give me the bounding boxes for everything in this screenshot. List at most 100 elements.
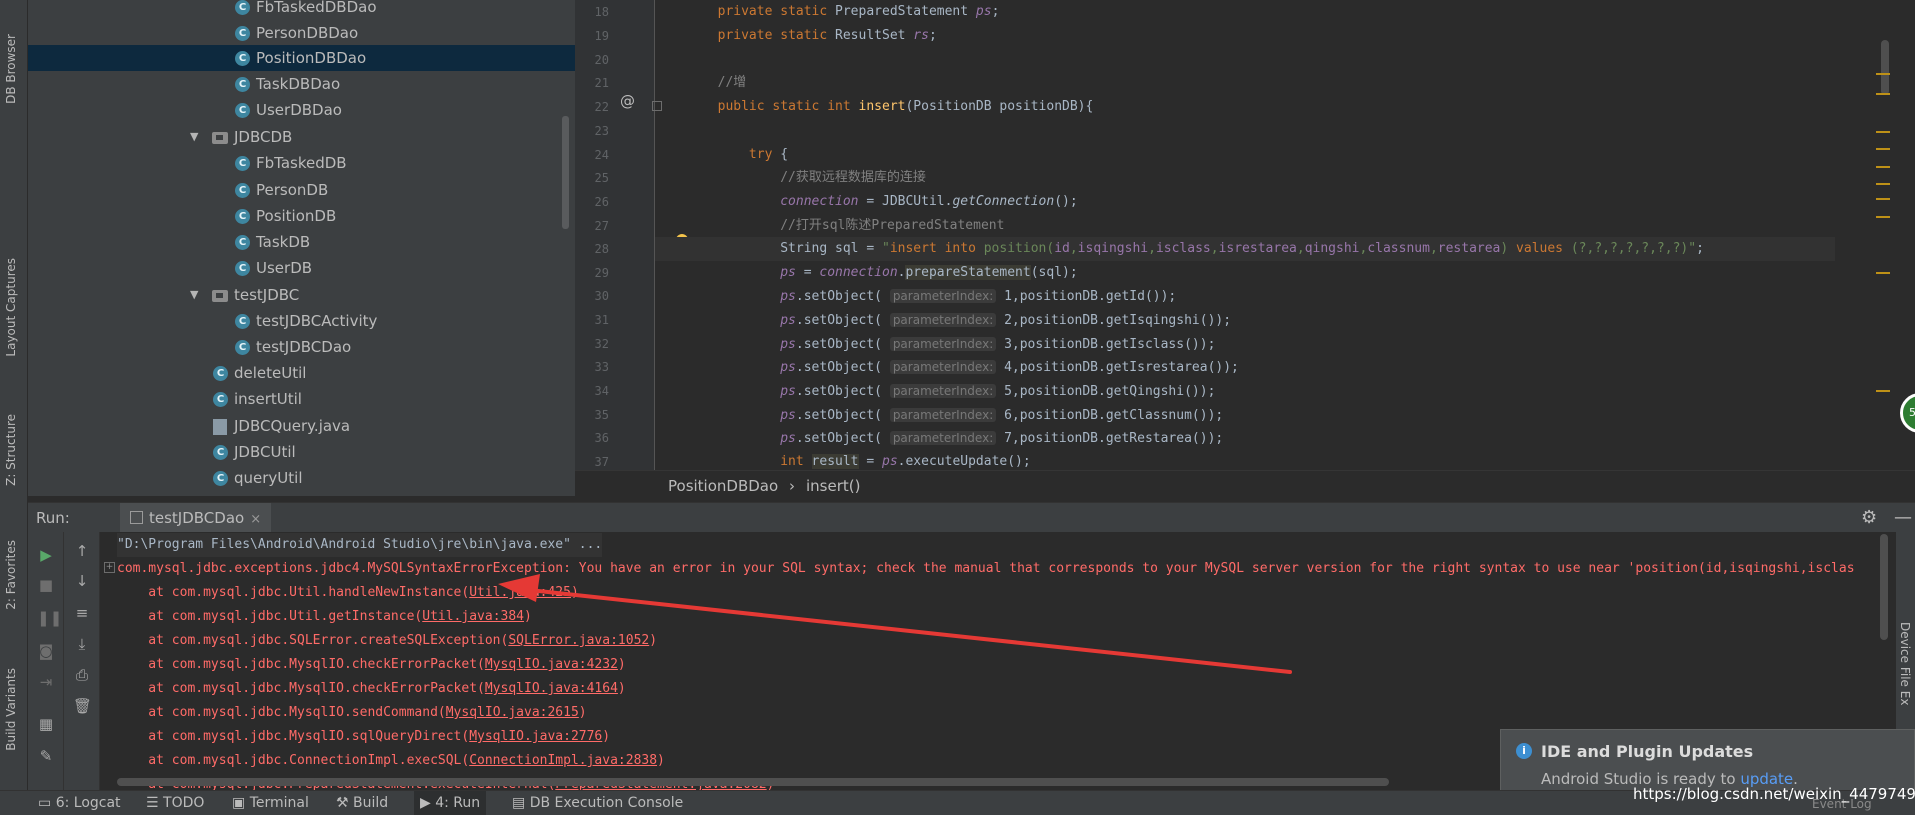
tree-item-fbtaskeddb[interactable]: C FbTaskedDB — [28, 150, 575, 176]
warning-marker[interactable] — [1876, 272, 1890, 274]
expand-arrow-icon[interactable]: ▼ — [190, 282, 202, 308]
line-number: 26 — [594, 195, 609, 209]
scroll-to-end-icon[interactable]: ⤓ — [73, 635, 91, 653]
stop-icon[interactable]: ■ — [37, 576, 55, 594]
tree-item-deleteutil[interactable]: C deleteUtil — [28, 360, 575, 386]
expand-stacktrace-icon[interactable]: + — [104, 562, 115, 573]
console-vertical-scrollbar[interactable] — [1880, 534, 1888, 640]
class-icon: C — [235, 0, 250, 15]
up-arrow-icon[interactable]: ↑ — [73, 542, 91, 560]
run-panel-title: Run: — [36, 509, 70, 527]
camera-icon[interactable]: ◙ — [37, 642, 55, 660]
stack-link[interactable]: SQLError.java:1052 — [508, 633, 649, 648]
tab-todo[interactable]: ☰ TODO — [146, 795, 204, 811]
code-line-35: ps.setObject( parameterIndex: 6,position… — [780, 408, 1224, 423]
tab-layout-captures[interactable]: Layout Captures — [4, 258, 24, 357]
console-horizontal-scrollbar[interactable] — [117, 778, 1389, 786]
tree-item-fbtaskeddbdao[interactable]: C FbTaskedDBDao — [28, 0, 575, 20]
line-number: 28 — [594, 242, 609, 256]
stack-link[interactable]: Util.java:384 — [422, 609, 524, 624]
class-icon: C — [235, 183, 250, 198]
warning-marker[interactable] — [1876, 166, 1890, 168]
line-number: 20 — [594, 53, 609, 67]
class-icon: C — [213, 392, 228, 407]
tree-item-testjdbcactivity[interactable]: C testJDBCActivity — [28, 308, 575, 334]
warning-marker[interactable] — [1876, 73, 1890, 75]
package-icon — [212, 132, 228, 144]
stack-link[interactable]: MysqlIO.java:4164 — [485, 681, 618, 696]
tab-run[interactable]: ▶ 4: Run — [414, 791, 487, 815]
line-number: 23 — [594, 124, 609, 138]
tree-item-jdbcdb[interactable]: ▼ JDBCDB — [28, 124, 575, 150]
code-line-18: private static PreparedStatement ps; — [717, 4, 1000, 19]
tree-item-positiondbdao[interactable]: C PositionDBDao — [28, 45, 575, 71]
warning-marker[interactable] — [1876, 131, 1890, 133]
tree-item-jdbcquery-java[interactable]: JDBCQuery.java — [28, 413, 575, 439]
tree-item-userdbdao[interactable]: C UserDBDao — [28, 97, 575, 123]
stack-link[interactable]: MysqlIO.java:2776 — [469, 729, 602, 744]
tab-terminal[interactable]: ▣ Terminal — [232, 795, 309, 811]
trash-icon[interactable]: 🗑 — [73, 697, 92, 715]
breadcrumb: PositionDBDao › insert() — [575, 470, 1915, 498]
tree-item-positiondb[interactable]: C PositionDB — [28, 203, 575, 229]
tree-item-taskdb[interactable]: C TaskDB — [28, 229, 575, 255]
pin-icon[interactable]: ✎ — [37, 747, 55, 765]
tab-logcat[interactable]: ▭ 6: Logcat — [38, 795, 121, 811]
tree-item-queryutil[interactable]: C queryUtil — [28, 465, 575, 491]
tab-build[interactable]: ⚒ Build — [336, 795, 388, 811]
tab-device-file-explorer[interactable]: Device File Ex — [1898, 622, 1912, 705]
stack-link[interactable]: MysqlIO.java:4232 — [485, 657, 618, 672]
gear-icon[interactable]: ⚙ — [1861, 507, 1877, 528]
breadcrumb-class[interactable]: PositionDBDao — [668, 477, 778, 495]
code-line-31: ps.setObject( parameterIndex: 2,position… — [780, 313, 1232, 328]
override-annotation-icon[interactable]: @ — [620, 92, 635, 110]
exit-icon[interactable]: ⇥ — [37, 673, 55, 691]
tab-favorites[interactable]: 2: Favorites — [4, 540, 24, 610]
editor-scrollbar[interactable] — [1881, 40, 1889, 95]
warning-marker[interactable] — [1876, 148, 1890, 150]
soft-wrap-icon[interactable]: ≡ — [73, 604, 91, 622]
line-number: 24 — [594, 148, 609, 162]
tree-scrollbar[interactable] — [562, 116, 569, 229]
run-panel-header: Run: testJDBCDao × ⚙ — — [28, 502, 1915, 533]
run-tab-testjdbcdao[interactable]: testJDBCDao × — [120, 503, 272, 533]
watermark: https://blog.csdn.net/weixin_44797490 — [1633, 785, 1915, 803]
tree-item-persondb[interactable]: C PersonDB — [28, 177, 575, 203]
code-line-22: public static int insert(PositionDB posi… — [717, 99, 1094, 114]
tree-item-testjdbcdao[interactable]: C testJDBCDao — [28, 334, 575, 360]
warning-marker[interactable] — [1876, 183, 1890, 185]
project-tree: C FbTaskedDBDao C PersonDBDao C Position… — [28, 0, 575, 496]
breadcrumb-method[interactable]: insert() — [806, 477, 860, 495]
line-number: 36 — [594, 431, 609, 445]
rerun-icon[interactable]: ▶ — [37, 546, 55, 564]
close-tab-icon[interactable]: × — [250, 512, 261, 527]
run-toolbar-primary: ▶ ■ ❚❚ ◙ ⇥ ▦ ✎ — [28, 532, 64, 790]
tree-item-userdb[interactable]: C UserDB — [28, 255, 575, 281]
stack-link[interactable]: ConnectionImpl.java:2838 — [469, 753, 657, 768]
warning-marker[interactable] — [1876, 198, 1890, 200]
tab-build-variants[interactable]: Build Variants — [4, 668, 24, 751]
warning-marker[interactable] — [1876, 216, 1890, 218]
stack-link[interactable]: Util.java:425 — [469, 585, 571, 600]
tab-db-execution-console[interactable]: ▤ DB Execution Console — [512, 795, 683, 811]
info-icon: i — [1516, 743, 1532, 759]
tree-item-persondbdao[interactable]: C PersonDBDao — [28, 20, 575, 46]
line-number: 34 — [594, 384, 609, 398]
expand-arrow-icon[interactable]: ▼ — [190, 124, 202, 150]
tree-item-testjdbc[interactable]: ▼ testJDBC — [28, 282, 575, 308]
class-icon: C — [235, 156, 250, 171]
warning-marker[interactable] — [1876, 390, 1890, 392]
tree-item-insertutil[interactable]: C insertUtil — [28, 386, 575, 412]
down-arrow-icon[interactable]: ↓ — [73, 572, 91, 590]
tab-structure[interactable]: Z: Structure — [4, 414, 24, 486]
print-icon[interactable]: ⎙ — [73, 666, 91, 684]
code-area[interactable]: 18 19 20 21 22 23 24 25 26 27 28 29 30 3… — [575, 0, 1915, 470]
tree-item-taskdbdao[interactable]: C TaskDBDao — [28, 71, 575, 97]
pause-icon[interactable]: ❚❚ — [37, 609, 62, 627]
tab-db-browser[interactable]: DB Browser — [4, 34, 24, 104]
tree-item-jdbcutil[interactable]: C JDBCUtil — [28, 439, 575, 465]
stack-link[interactable]: MysqlIO.java:2615 — [446, 705, 579, 720]
layout-icon[interactable]: ▦ — [37, 715, 55, 733]
minimize-icon[interactable]: — — [1894, 507, 1912, 528]
warning-marker[interactable] — [1876, 93, 1890, 95]
